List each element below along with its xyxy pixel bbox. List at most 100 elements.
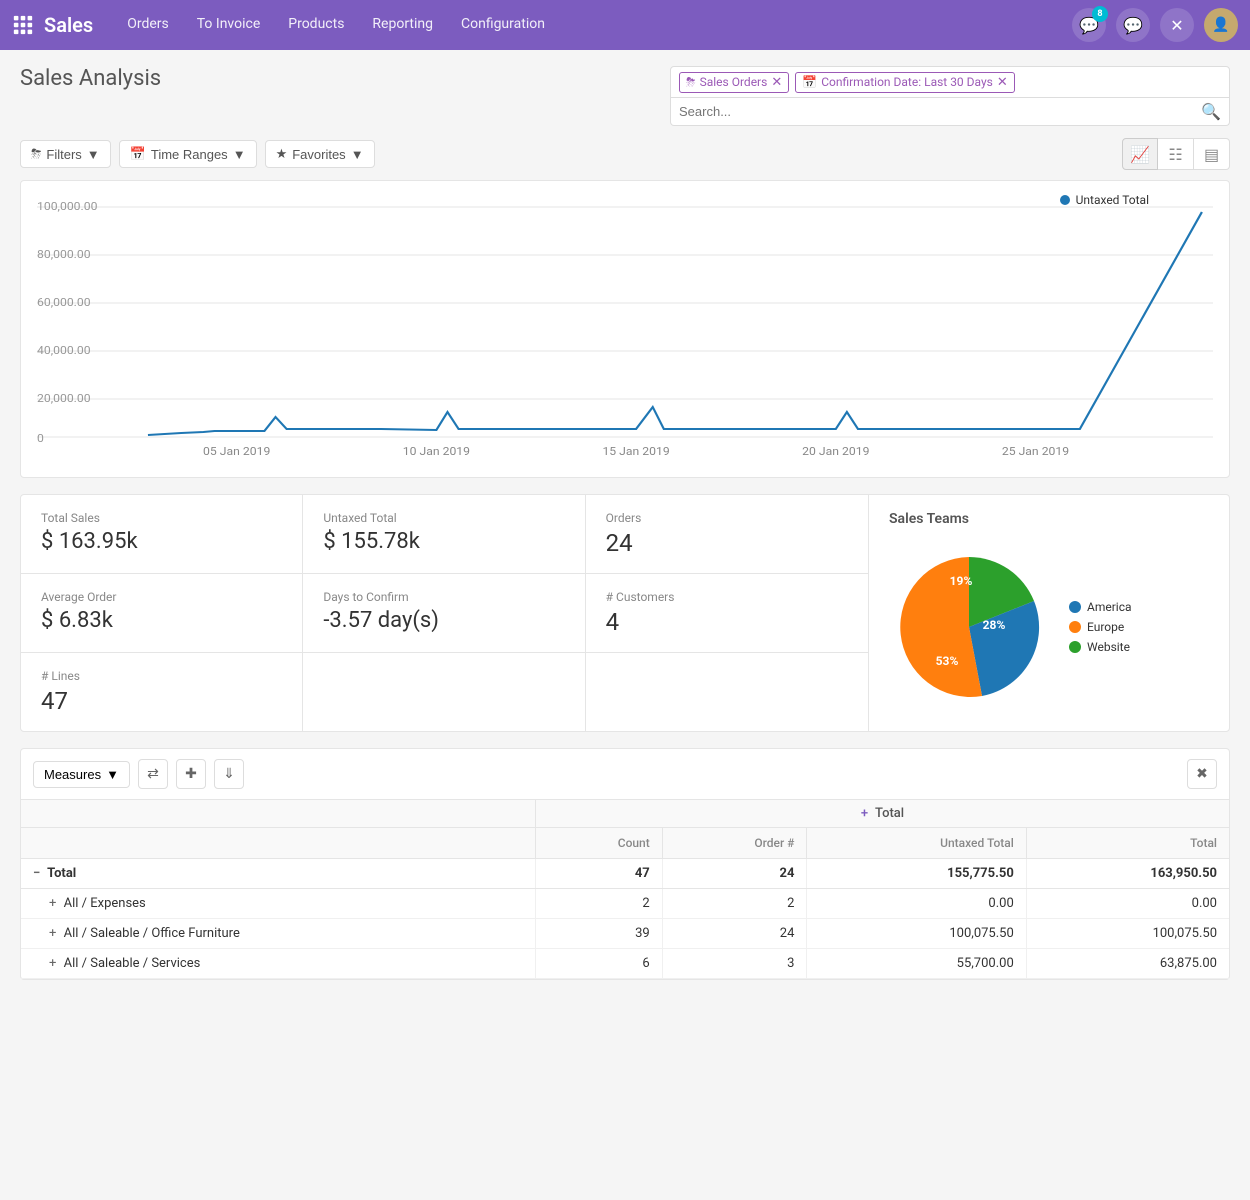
table-row-total: − Total 47 24 155,775.50 163,950.50 [21, 859, 1229, 889]
user-avatar[interactable]: 👤 [1204, 8, 1238, 42]
stat-orders-value: 24 [606, 529, 848, 557]
row-count-furniture: 39 [535, 919, 662, 949]
total-label: Total [47, 866, 76, 881]
row-orders-total: 24 [662, 859, 807, 889]
pivot-table-section: Measures ▼ ⇄ ✚ ⇓ ✖ + Total Count [20, 748, 1230, 980]
th-order-num: Order # [662, 828, 807, 859]
menu-to-invoice[interactable]: To Invoice [183, 0, 275, 50]
th-total-label: Total [875, 806, 904, 821]
graph-view-btn[interactable]: 📈 [1122, 138, 1158, 170]
svg-text:05 Jan 2019: 05 Jan 2019 [203, 445, 270, 457]
row-total-expenses: 0.00 [1026, 889, 1229, 919]
plus-toggle-expenses[interactable]: + [49, 896, 56, 911]
filters-chevron: ▼ [87, 147, 100, 162]
stat-orders-label: Orders [606, 511, 848, 525]
stat-avg-order: Average Order $ 6.83k [21, 574, 303, 653]
stats-grid: Total Sales $ 163.95k Untaxed Total $ 15… [21, 495, 869, 731]
stat-untaxed-value: $ 155.78k [323, 529, 564, 554]
time-ranges-chevron: ▼ [233, 147, 246, 162]
table-row-services: + All / Saleable / Services 6 3 55,700.0… [21, 949, 1229, 979]
filter-tag-date-remove[interactable]: ✕ [997, 75, 1008, 90]
messages-icon-btn[interactable]: 💬 8 [1072, 8, 1106, 42]
menu-orders[interactable]: Orders [113, 0, 183, 50]
filter-tag-date[interactable]: 📅 Confirmation Date: Last 30 Days ✕ [795, 72, 1015, 93]
chart-legend: Untaxed Total [1060, 193, 1149, 207]
time-ranges-button[interactable]: 📅 Time Ranges ▼ [119, 140, 257, 168]
menu-reporting[interactable]: Reporting [358, 0, 447, 50]
measures-label: Measures [44, 767, 101, 782]
stat-total-sales-label: Total Sales [41, 511, 282, 525]
expand-all-btn[interactable]: ✚ [176, 759, 206, 789]
bar-chart-view-btn[interactable]: ▤ [1194, 138, 1230, 170]
europe-label: Europe [1087, 620, 1124, 634]
search-input-row: 🔍 [670, 98, 1230, 126]
pie-chart-title: Sales Teams [889, 511, 1209, 527]
stat-lines-value: 47 [41, 687, 282, 715]
svg-text:10 Jan 2019: 10 Jan 2019 [403, 445, 470, 457]
search-input[interactable] [679, 104, 1201, 119]
row-total-services: 63,875.00 [1026, 949, 1229, 979]
funnel-icon: ⛈ [686, 75, 696, 90]
stat-customers-label: # Customers [606, 590, 848, 604]
download-btn[interactable]: ⇓ [214, 759, 244, 789]
website-label: Website [1087, 640, 1130, 654]
svg-text:25 Jan 2019: 25 Jan 2019 [1002, 445, 1069, 457]
filter-icon: ⛈ [31, 146, 41, 162]
services-label: All / Saleable / Services [64, 956, 201, 971]
row-label-services: + All / Saleable / Services [21, 949, 535, 979]
search-area: ⛈ Sales Orders ✕ 📅 Confirmation Date: La… [670, 66, 1230, 126]
stat-untaxed-total: Untaxed Total $ 155.78k [303, 495, 585, 574]
grid-menu-icon[interactable] [12, 14, 34, 36]
close-icon-btn[interactable]: ✕ [1160, 8, 1194, 42]
stat-customers: # Customers 4 [586, 574, 868, 653]
svg-text:0: 0 [37, 432, 44, 445]
search-icon[interactable]: 🔍 [1201, 102, 1221, 121]
america-dot [1069, 601, 1081, 613]
plus-icon: + [861, 806, 868, 821]
table-view-btn[interactable]: ☷ [1158, 138, 1194, 170]
nav-right-icons: 💬 8 💬 ✕ 👤 [1072, 8, 1238, 42]
menu-configuration[interactable]: Configuration [447, 0, 559, 50]
filter-tag-sales-orders[interactable]: ⛈ Sales Orders ✕ [679, 72, 789, 93]
stat-orders: Orders 24 [586, 495, 868, 574]
filter-tag-remove[interactable]: ✕ [771, 75, 782, 90]
pie-legend-website: Website [1069, 640, 1132, 654]
row-orders-furniture: 24 [662, 919, 807, 949]
pie-legend-europe: Europe [1069, 620, 1132, 634]
fullscreen-btn[interactable]: ✖ [1187, 759, 1217, 789]
swap-axes-btn[interactable]: ⇄ [138, 759, 168, 789]
row-count-expenses: 2 [535, 889, 662, 919]
minus-toggle[interactable]: − [33, 866, 40, 881]
stat-days-value: -3.57 day(s) [323, 608, 564, 633]
plus-toggle-furniture[interactable]: + [49, 926, 56, 941]
stat-days-label: Days to Confirm [323, 590, 564, 604]
row-label-furniture: + All / Saleable / Office Furniture [21, 919, 535, 949]
svg-text:40,000.00: 40,000.00 [37, 344, 91, 357]
measures-button[interactable]: Measures ▼ [33, 761, 130, 788]
europe-dot [1069, 621, 1081, 633]
row-count-total: 47 [535, 859, 662, 889]
svg-text:15 Jan 2019: 15 Jan 2019 [602, 445, 669, 457]
filters-label: Filters [46, 147, 81, 162]
svg-text:100,000.00: 100,000.00 [37, 200, 97, 213]
row-untaxed-services: 55,700.00 [807, 949, 1026, 979]
th-empty [21, 800, 535, 828]
svg-text:60,000.00: 60,000.00 [37, 296, 91, 309]
page-title: Sales Analysis [20, 66, 161, 91]
calendar-icon: 📅 [802, 75, 817, 89]
filters-button[interactable]: ⛈ Filters ▼ [20, 140, 111, 168]
stats-pie-section: Total Sales $ 163.95k Untaxed Total $ 15… [20, 494, 1230, 732]
measures-chevron: ▼ [106, 767, 119, 782]
expenses-label: All / Expenses [64, 896, 146, 911]
table-row-furniture: + All / Saleable / Office Furniture 39 2… [21, 919, 1229, 949]
svg-text:20,000.00: 20,000.00 [37, 392, 91, 405]
legend-label-untaxed: Untaxed Total [1076, 193, 1149, 207]
plus-toggle-services[interactable]: + [49, 956, 56, 971]
app-name: Sales [44, 13, 93, 37]
favorites-button[interactable]: ★ Favorites ▼ [265, 140, 375, 168]
chat-icon-btn[interactable]: 💬 [1116, 8, 1150, 42]
row-count-services: 6 [535, 949, 662, 979]
stat-customers-value: 4 [606, 608, 848, 636]
menu-products[interactable]: Products [274, 0, 358, 50]
stat-empty-2 [586, 653, 868, 731]
